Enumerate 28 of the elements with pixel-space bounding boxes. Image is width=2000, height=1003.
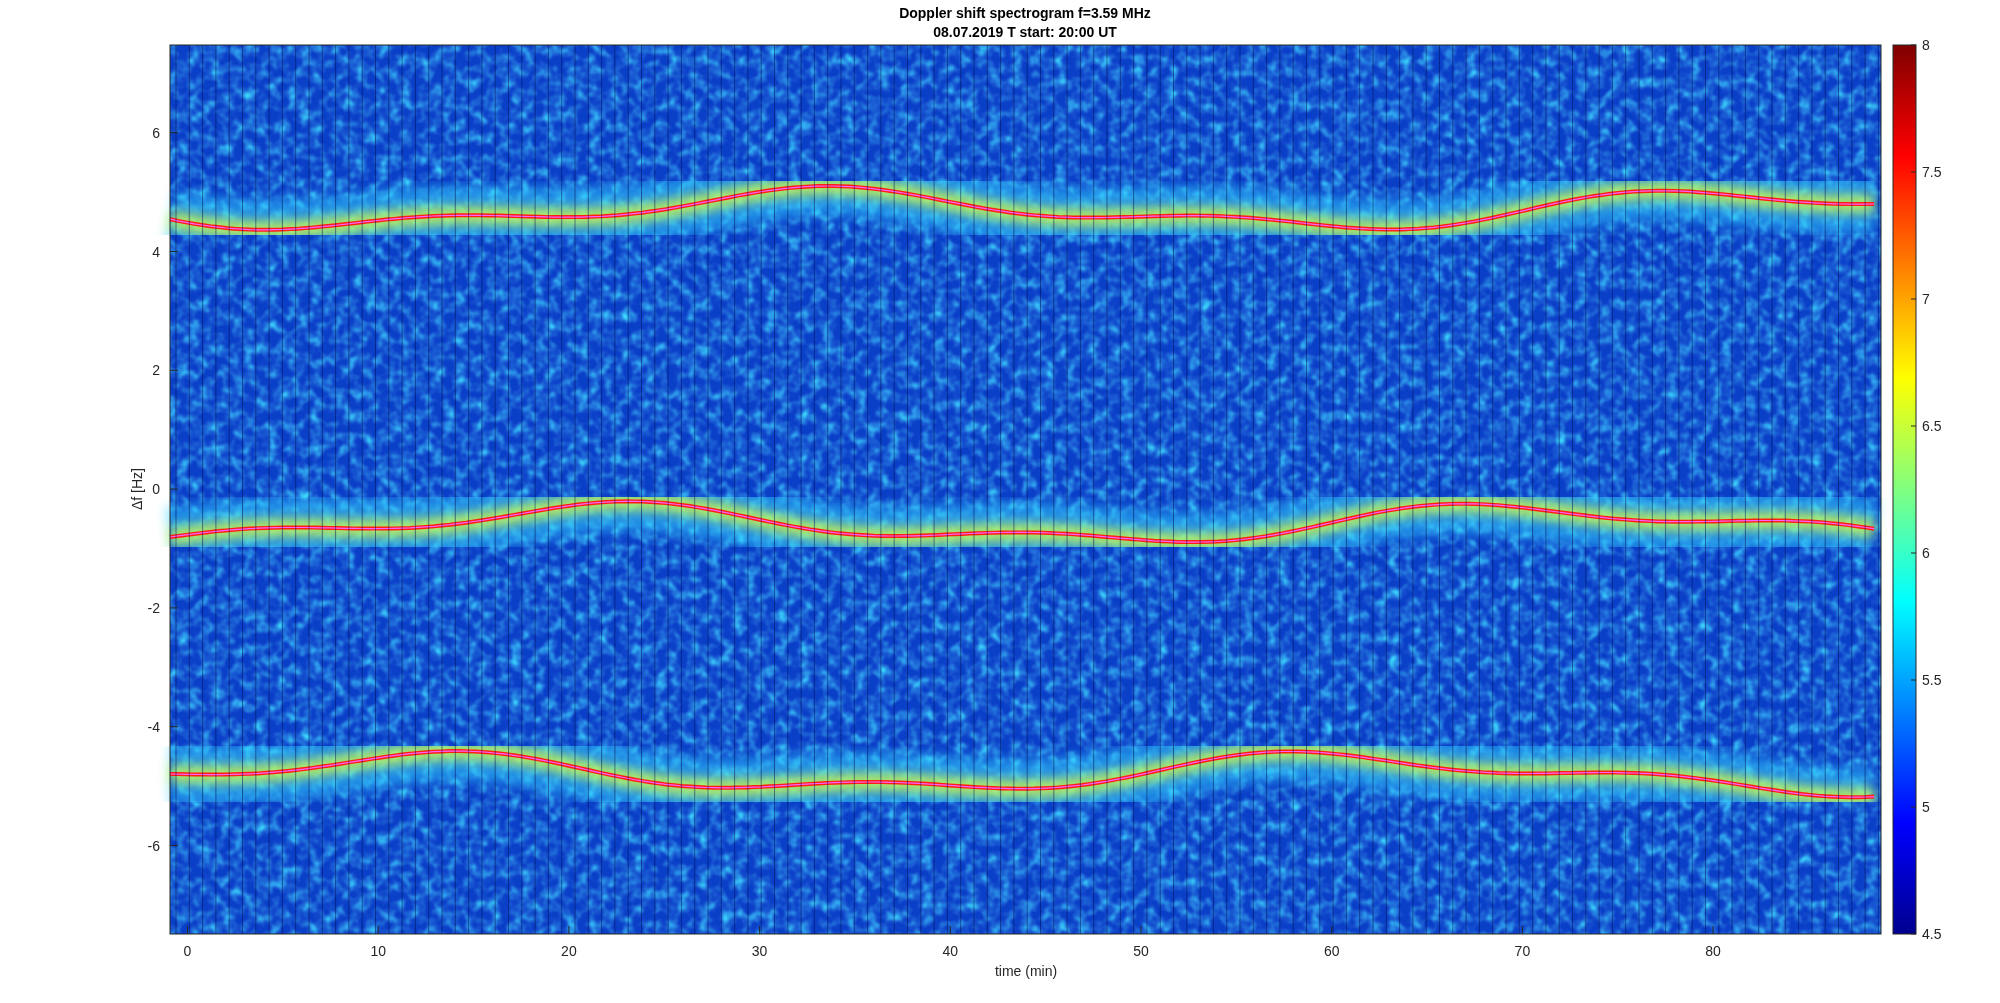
x-tick-label: 60 xyxy=(1323,943,1340,959)
y-tick-label: -6 xyxy=(147,837,160,854)
x-tick-label: 50 xyxy=(1133,943,1149,959)
y-tick-label: 4 xyxy=(152,243,160,260)
x-tick-label: 80 xyxy=(1705,943,1721,959)
colorbar-tick-label: 7 xyxy=(1922,291,1930,307)
colorbar-tick-label: 4.5 xyxy=(1922,926,1942,942)
x-tick-label: 20 xyxy=(561,943,577,959)
colorbar-tick-label: 8 xyxy=(1922,37,1930,53)
y-tick-label: -4 xyxy=(147,718,160,735)
y-tick-label: 0 xyxy=(152,481,160,498)
x-tick-label: 30 xyxy=(751,943,768,959)
colorbar-tick-label: 5 xyxy=(1922,799,1930,815)
colorbar-tick-label: 7.5 xyxy=(1922,164,1942,180)
x-tick-label: 10 xyxy=(370,943,386,959)
chart-subtitle: 08.07.2019 T start: 20:00 UT xyxy=(933,24,1117,40)
y-tick-label: -2 xyxy=(147,599,160,616)
x-tick-label: 40 xyxy=(942,943,959,959)
colorbar-tick-label: 6.5 xyxy=(1922,418,1942,434)
x-tick-label: 0 xyxy=(183,943,192,959)
y-tick-label: 6 xyxy=(152,124,160,141)
colorbar-tick-label: 5.5 xyxy=(1922,672,1942,688)
colorbar-tick-label: 6 xyxy=(1922,545,1930,561)
x-tick-label: 70 xyxy=(1514,943,1531,959)
x-axis-label: time (min) xyxy=(994,963,1058,979)
y-axis-label: Δf [Hz] xyxy=(129,468,145,510)
y-tick-label: 2 xyxy=(152,362,160,379)
chart-title: Doppler shift spectrogram f=3.59 MHz xyxy=(899,5,1151,21)
